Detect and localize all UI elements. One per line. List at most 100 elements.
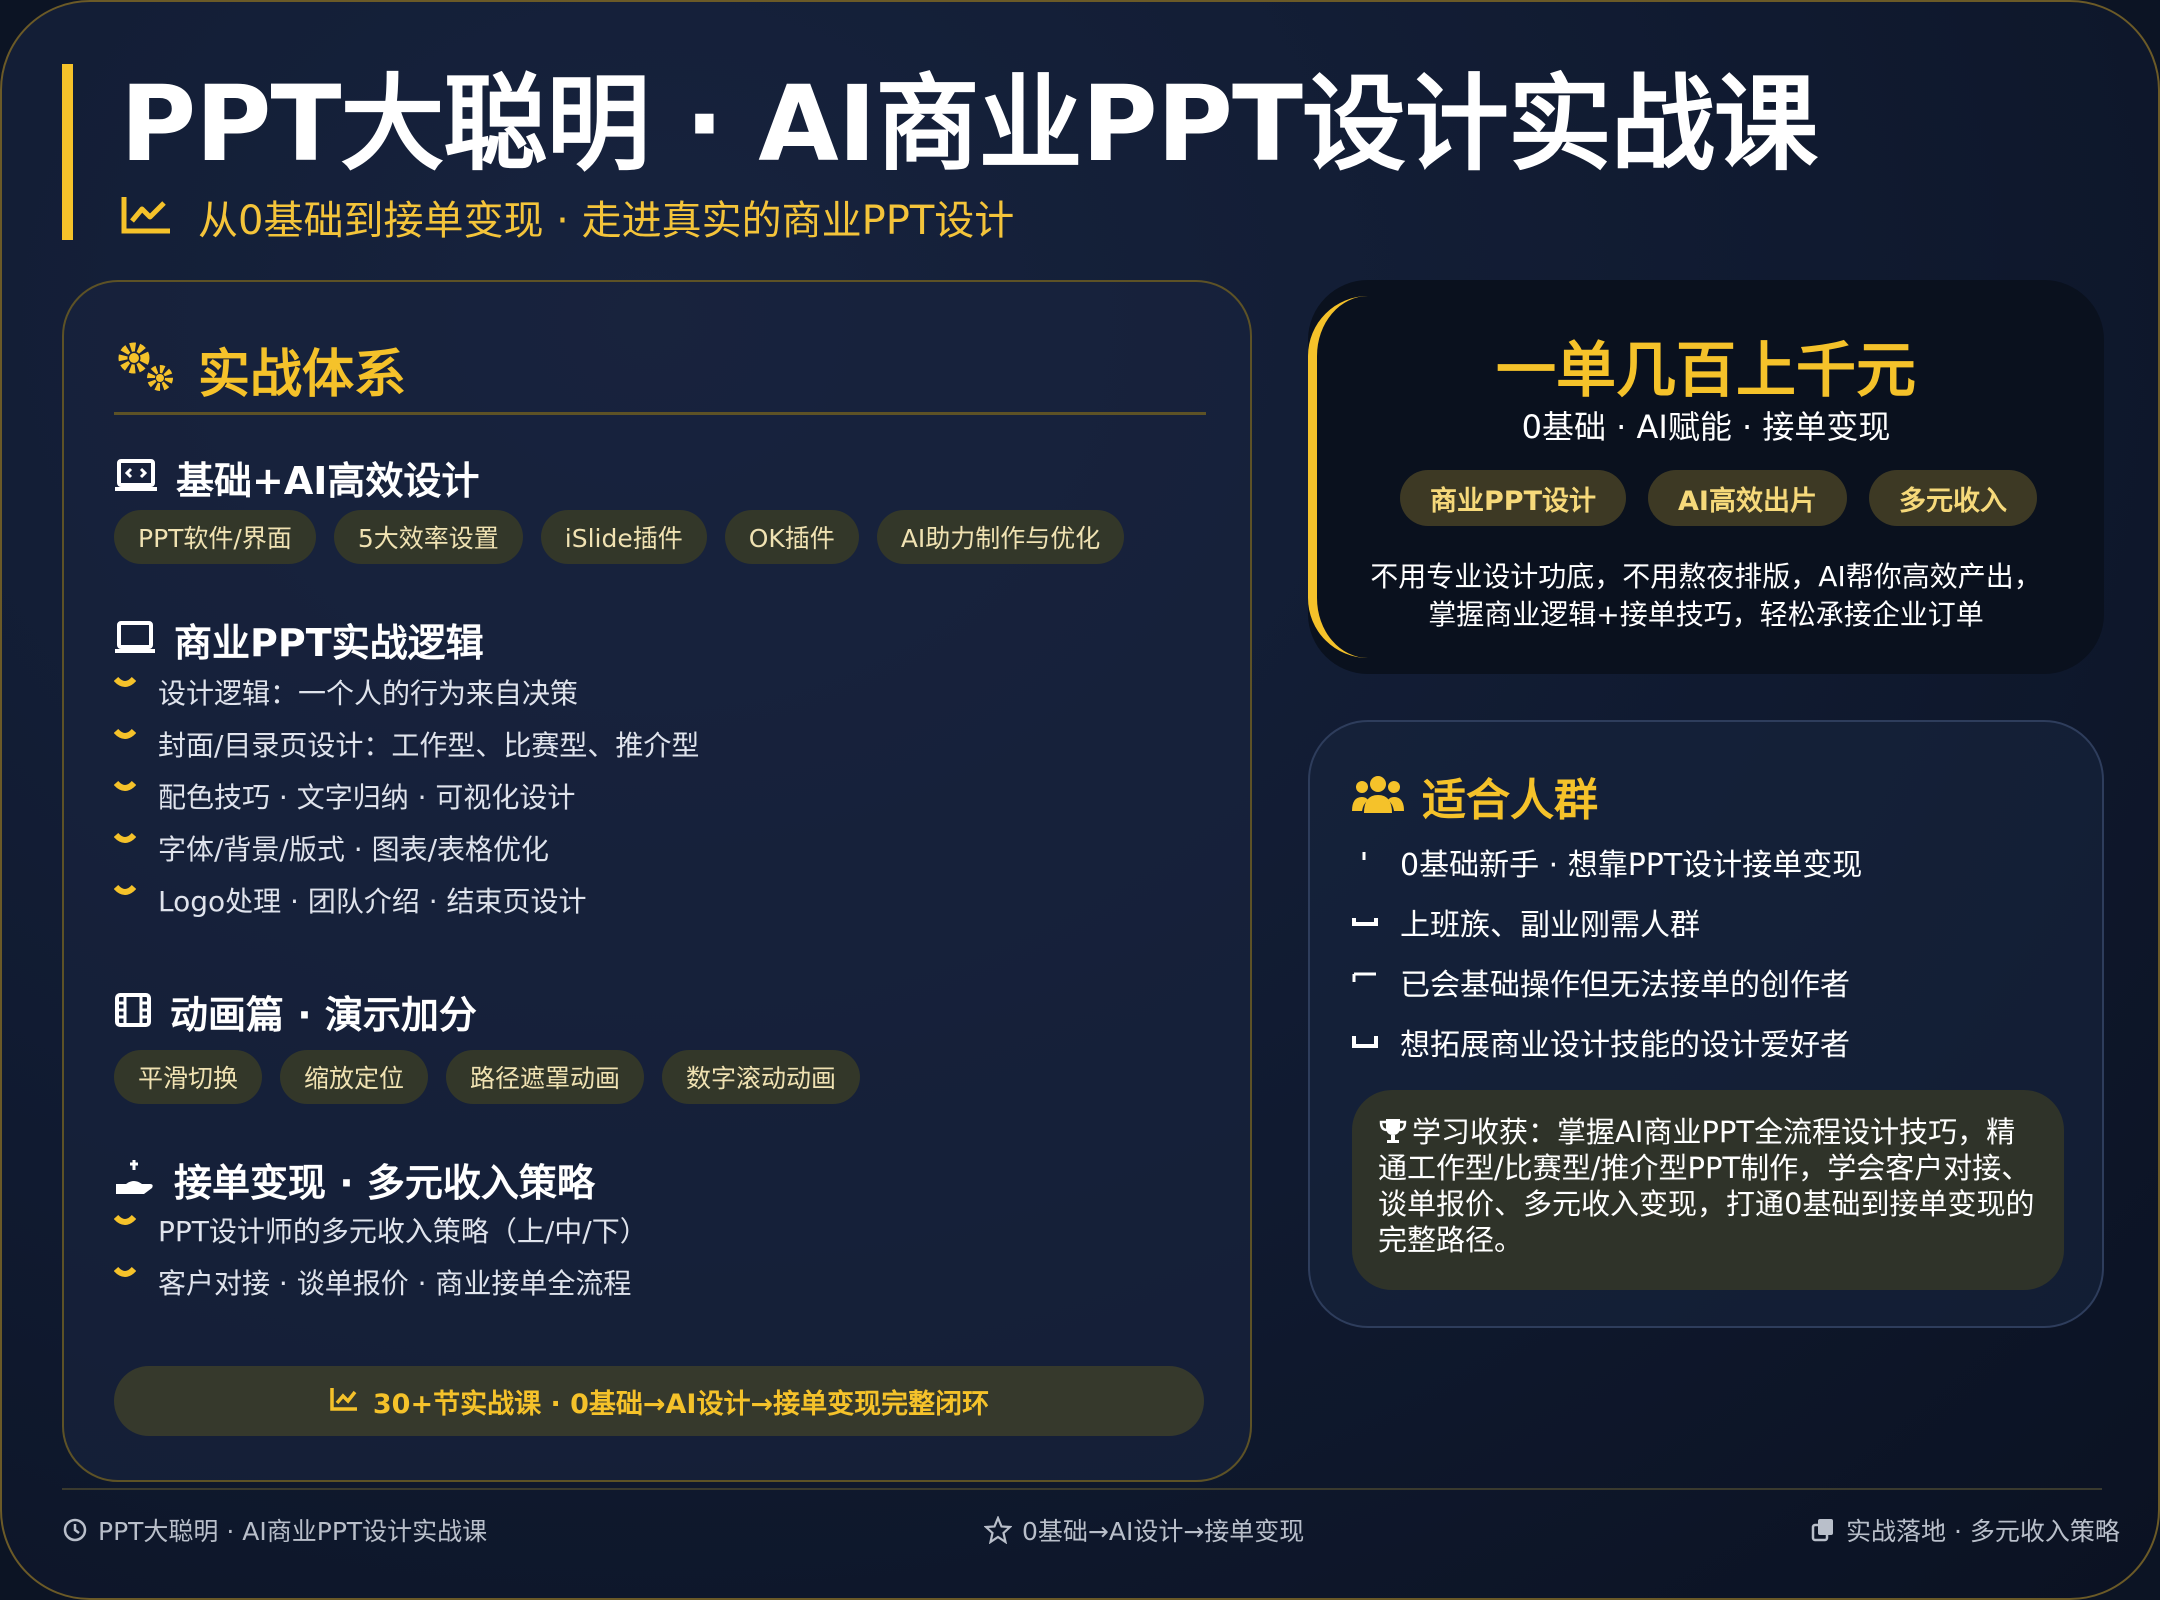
system-header: 实战体系 <box>114 332 406 407</box>
list-item: 设计逻辑：一个人的行为来自决策 <box>114 666 699 718</box>
bullet-mark-icon <box>1362 852 1366 860</box>
chip: PPT软件/界面 <box>114 510 316 564</box>
hero-desc-line: 掌握商业逻辑+接单技巧，轻松承接企业订单 <box>1428 598 1984 631</box>
list-item-text: 想拓展商业设计技能的设计爱好者 <box>1400 1028 1850 1063</box>
users-icon <box>1352 773 1404 819</box>
film-icon <box>114 992 152 1032</box>
check-icon <box>114 780 136 791</box>
hero-chip: 多元收入 <box>1868 470 2037 526</box>
list-item: PPT设计师的多元收入策略（上/中/下） <box>114 1204 648 1256</box>
logic-title: 商业PPT实战逻辑 <box>174 621 484 665</box>
list-item: Logo处理 · 团队介绍 · 结束页设计 <box>114 874 699 926</box>
laptop-code-icon <box>114 458 158 498</box>
curriculum-footer-pill: 30+节实战课 · 0基础→AI设计→接单变现完整闭环 <box>114 1366 1204 1436</box>
copy-icon <box>1811 1519 1833 1542</box>
chart-line-icon <box>120 195 172 239</box>
hero-chips: 商业PPT设计 AI高效出片 多元收入 <box>1400 470 2037 526</box>
audience-card: 适合人群 0基础新手 · 想靠PPT设计接单变现 上班族、副业刚需人群 已会基础… <box>1308 720 2104 1328</box>
basic-title: 基础+AI高效设计 <box>176 459 480 503</box>
page-frame: PPT大聪明 · AI商业PPT设计实战课 从0基础到接单变现 · 走进真实的商… <box>0 0 2160 1600</box>
system-title: 实战体系 <box>198 345 407 405</box>
basic-header: 基础+AI高效设计 <box>114 450 479 505</box>
hero-subtitle: 0基础 · AI赋能 · 接单变现 <box>1521 408 1891 446</box>
list-item: 已会基础操作但无法接单的创作者 <box>1352 952 1862 1012</box>
chip: 平滑切换 <box>114 1050 263 1104</box>
hero-description: 不用专业设计功底，不用熬夜排版，AI帮你高效产出， 掌握商业逻辑+接单技巧，轻松… <box>1308 558 2104 634</box>
income-header: 接单变现 · 多元收入策略 <box>114 1152 595 1207</box>
list-item: 0基础新手 · 想靠PPT设计接单变现 <box>1352 832 1862 892</box>
audience-list: 0基础新手 · 想靠PPT设计接单变现 上班族、副业刚需人群 已会基础操作但无法… <box>1352 832 1862 1072</box>
check-icon <box>114 1214 136 1225</box>
page-subtitle: 从0基础到接单变现 · 走进真实的商业PPT设计 <box>198 198 1015 244</box>
footer-divider <box>62 1488 2102 1490</box>
anim-chips: 平滑切换 缩放定位 路径遮罩动画 数字滚动动画 <box>114 1050 861 1104</box>
footer-center: 0基础→AI设计→接单变现 <box>984 1512 1304 1548</box>
check-icon <box>114 728 136 739</box>
chip: 数字滚动动画 <box>662 1050 861 1104</box>
list-item-text: PPT设计师的多元收入策略（上/中/下） <box>158 1215 648 1248</box>
hero-title: 一单几百上千元 <box>1496 336 1916 406</box>
hero-chip: AI高效出片 <box>1648 470 1847 526</box>
chip: 缩放定位 <box>280 1050 429 1104</box>
check-icon <box>114 884 136 895</box>
star-icon <box>984 1516 1012 1544</box>
audience-title: 适合人群 <box>1422 775 1598 826</box>
footer-right-text: 实战落地 · 多元收入策略 <box>1846 1517 2120 1546</box>
check-icon <box>114 676 136 687</box>
logic-list: 设计逻辑：一个人的行为来自决策 封面/目录页设计：工作型、比赛型、推介型 配色技… <box>114 666 699 926</box>
list-item: 上班族、副业刚需人群 <box>1352 892 1862 952</box>
hand-coin-icon <box>114 1158 156 1202</box>
list-item-text: 配色技巧 · 文字归纳 · 可视化设计 <box>158 781 576 814</box>
anim-header: 动画篇 · 演示加分 <box>114 984 477 1039</box>
subtitle-row: 从0基础到接单变现 · 走进真实的商业PPT设计 <box>120 188 1014 246</box>
chip: AI助力制作与优化 <box>876 510 1125 564</box>
basic-chips: PPT软件/界面 5大效率设置 iSlide插件 OK插件 AI助力制作与优化 <box>114 510 1125 564</box>
list-item: 字体/背景/版式 · 图表/表格优化 <box>114 822 699 874</box>
list-item-text: 字体/背景/版式 · 图表/表格优化 <box>158 833 550 866</box>
list-item: 封面/目录页设计：工作型、比赛型、推介型 <box>114 718 699 770</box>
hero-chip: 商业PPT设计 <box>1400 470 1626 526</box>
trophy-icon <box>1379 1119 1407 1143</box>
curriculum-footer-text: 30+节实战课 · 0基础→AI设计→接单变现完整闭环 <box>372 1388 990 1420</box>
income-list: PPT设计师的多元收入策略（上/中/下） 客户对接 · 谈单报价 · 商业接单全… <box>114 1204 648 1308</box>
footer-left: PPT大聪明 · AI商业PPT设计实战课 <box>62 1512 487 1548</box>
check-icon <box>114 832 136 843</box>
learning-gain-box: 学习收获：掌握AI商业PPT全流程设计技巧，精通工作型/比赛型/推介型PPT制作… <box>1352 1090 2064 1290</box>
list-item-text: 上班族、副业刚需人群 <box>1400 908 1700 943</box>
bullet-mark-icon <box>1352 1036 1378 1048</box>
chart-line-icon <box>329 1386 359 1416</box>
chip: 路径遮罩动画 <box>446 1050 645 1104</box>
list-item: 配色技巧 · 文字归纳 · 可视化设计 <box>114 770 699 822</box>
hero-desc-line: 不用专业设计功底，不用熬夜排版，AI帮你高效产出， <box>1370 560 2042 593</box>
footer-center-text: 0基础→AI设计→接单变现 <box>1022 1517 1305 1546</box>
list-item-text: 0基础新手 · 想靠PPT设计接单变现 <box>1400 848 1863 883</box>
list-item-text: 设计逻辑：一个人的行为来自决策 <box>158 677 579 710</box>
learning-gain-copy: 学习收获：掌握AI商业PPT全流程设计技巧，精通工作型/比赛型/推介型PPT制作… <box>1378 1115 2035 1257</box>
chip: OK插件 <box>724 510 859 564</box>
list-item: 想拓展商业设计技能的设计爱好者 <box>1352 1012 1862 1072</box>
list-item-text: 封面/目录页设计：工作型、比赛型、推介型 <box>158 729 700 762</box>
logic-header: 商业PPT实战逻辑 <box>114 612 484 667</box>
chip: 5大效率设置 <box>333 510 523 564</box>
header-accent-bar <box>62 64 73 240</box>
list-item-text: 客户对接 · 谈单报价 · 商业接单全流程 <box>158 1267 632 1300</box>
footer-left-text: PPT大聪明 · AI商业PPT设计实战课 <box>98 1517 488 1546</box>
system-divider <box>114 412 1206 415</box>
audience-header: 适合人群 <box>1352 764 1598 828</box>
income-title: 接单变现 · 多元收入策略 <box>174 1161 595 1205</box>
page-title: PPT大聪明 · AI商业PPT设计实战课 <box>120 63 1818 185</box>
laptop-icon <box>114 620 156 660</box>
clock-icon <box>63 1518 87 1542</box>
learning-gain-text: 学习收获：掌握AI商业PPT全流程设计技巧，精通工作型/比赛型/推介型PPT制作… <box>1378 1115 2034 1257</box>
list-item: 客户对接 · 谈单报价 · 商业接单全流程 <box>114 1256 648 1308</box>
list-item-text: 已会基础操作但无法接单的创作者 <box>1400 968 1850 1003</box>
gears-icon <box>114 340 180 400</box>
list-item-text: Logo处理 · 团队介绍 · 结束页设计 <box>158 885 587 918</box>
check-icon <box>114 1266 136 1277</box>
anim-title: 动画篇 · 演示加分 <box>170 993 477 1037</box>
curriculum-panel: 实战体系 基础+AI高效设计 PPT软件/界面 5大效率设置 iSlide插件 … <box>62 280 1252 1482</box>
footer-right: 实战落地 · 多元收入策略 <box>1810 1512 2120 1548</box>
chip: iSlide插件 <box>540 510 707 564</box>
bullet-mark-icon <box>1352 918 1378 926</box>
price-hero-card: 一单几百上千元 0基础 · AI赋能 · 接单变现 商业PPT设计 AI高效出片… <box>1308 280 2104 674</box>
